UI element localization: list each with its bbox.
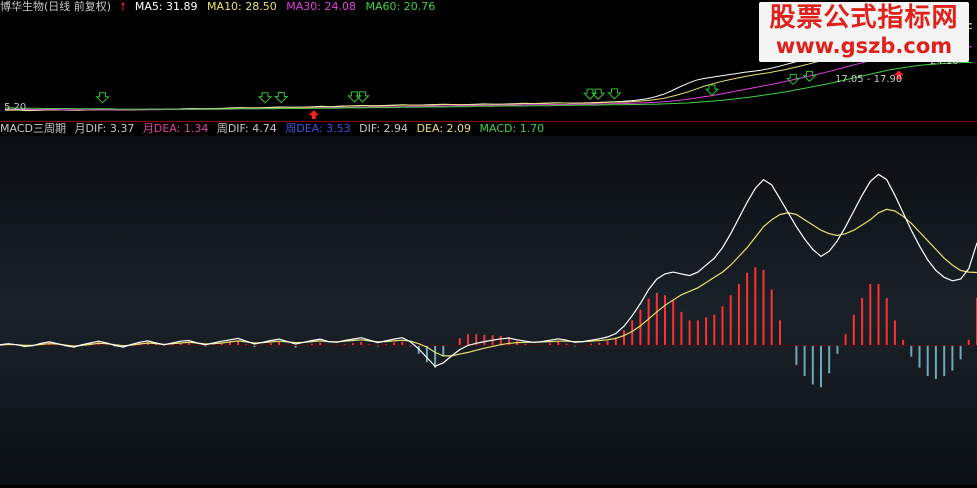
red-up-arrow-icon [308, 110, 319, 120]
green-down-arrow-icon [704, 84, 720, 96]
week-dif-label: 周DIF: 4.74 [216, 122, 277, 135]
green-down-arrow-icon [582, 88, 598, 100]
watermark-title: 股票公式指标网 [769, 3, 959, 33]
green-down-arrow-icon [355, 91, 370, 103]
macd-background [0, 136, 977, 485]
dif-label: DIF: 2.94 [359, 122, 409, 135]
macd-legend: MACD三周期 月DIF: 3.37 月DEA: 1.34 周DIF: 4.74… [0, 122, 549, 136]
price-label-low: 5.20 [4, 102, 27, 113]
macd-panel [0, 136, 977, 485]
green-down-arrow-icon [607, 88, 622, 100]
price-label-mid: 17.05 - 17.90 [835, 74, 903, 85]
green-down-arrow-icon [590, 88, 606, 100]
month-dif-label: 月DIF: 3.37 [74, 122, 135, 135]
watermark-url: www.gszb.com [775, 34, 953, 58]
green-down-arrow-icon [347, 91, 362, 103]
ma60-line [5, 62, 972, 110]
macd-chart [0, 136, 977, 485]
macd-value-label: MACD: 1.70 [479, 122, 545, 135]
week-dea-label: 周DEA: 3.53 [285, 122, 351, 135]
green-down-arrow-icon [257, 92, 273, 104]
green-down-arrow-icon [95, 92, 110, 104]
watermark: 股票公式指标网 www.gszb.com [759, 2, 969, 62]
macd-indicator-name: MACD三周期 [0, 122, 66, 135]
green-down-arrow-icon [274, 91, 289, 104]
month-dea-label: 月DEA: 1.34 [142, 122, 209, 135]
dea-label: DEA: 2.09 [416, 122, 472, 135]
